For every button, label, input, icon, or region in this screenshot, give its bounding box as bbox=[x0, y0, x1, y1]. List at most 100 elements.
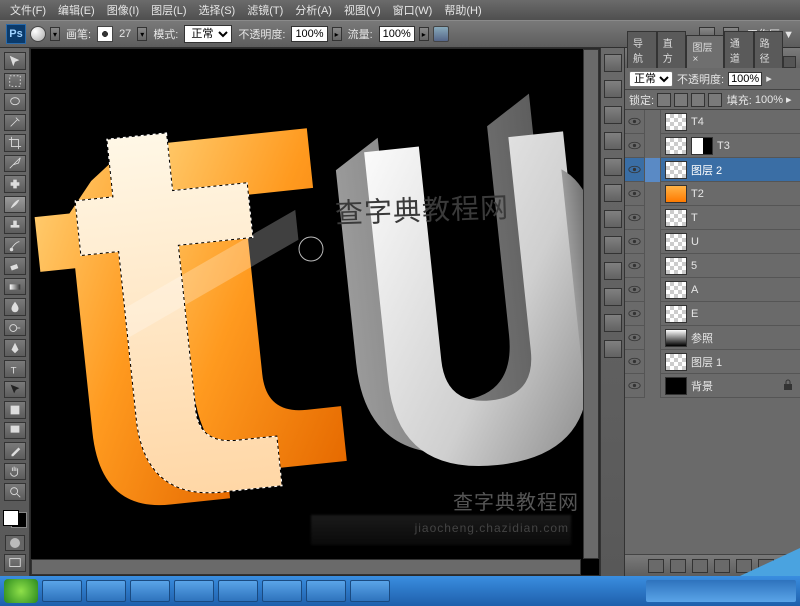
layer-row[interactable]: 背景 bbox=[625, 374, 800, 398]
navigator-dock-icon[interactable] bbox=[604, 54, 622, 72]
slice-tool[interactable] bbox=[4, 155, 26, 173]
swatches-dock-icon[interactable] bbox=[604, 106, 622, 124]
link-layers-icon[interactable] bbox=[648, 559, 664, 573]
zoom-tool[interactable] bbox=[4, 483, 26, 501]
wand-tool[interactable] bbox=[4, 114, 26, 132]
layer-thumbnail[interactable] bbox=[665, 305, 687, 323]
start-button[interactable] bbox=[4, 579, 38, 603]
actions-dock-icon[interactable] bbox=[604, 184, 622, 202]
layer-name[interactable]: T3 bbox=[717, 140, 800, 152]
link-cell[interactable] bbox=[645, 278, 661, 302]
layer-thumbnail[interactable] bbox=[665, 137, 687, 155]
layer-thumbnail[interactable] bbox=[665, 113, 687, 131]
visibility-eye-icon[interactable] bbox=[625, 278, 645, 302]
gradient-tool[interactable] bbox=[4, 278, 26, 296]
layer-name[interactable]: A bbox=[691, 284, 800, 296]
layer-list[interactable]: T4 T3 图层 2 T2 TU 5 AE 参照图层 1 背景 bbox=[625, 110, 800, 554]
layer-name[interactable]: 背景 bbox=[691, 378, 782, 394]
layer-thumbnail[interactable] bbox=[665, 161, 687, 179]
menu-file[interactable]: 文件(F) bbox=[4, 0, 52, 20]
tool-presets-dock-icon[interactable] bbox=[604, 340, 622, 358]
layer-row[interactable]: T bbox=[625, 206, 800, 230]
hand-tool[interactable] bbox=[4, 463, 26, 481]
visibility-eye-icon[interactable] bbox=[625, 350, 645, 374]
menu-filter[interactable]: 滤镜(T) bbox=[241, 0, 289, 20]
layer-mask-thumbnail[interactable] bbox=[691, 137, 713, 155]
visibility-eye-icon[interactable] bbox=[625, 182, 645, 206]
visibility-eye-icon[interactable] bbox=[625, 374, 645, 398]
layer-name[interactable]: T bbox=[691, 212, 800, 224]
layer-row[interactable]: A bbox=[625, 278, 800, 302]
notes-tool[interactable] bbox=[4, 422, 26, 440]
lock-position-icon[interactable] bbox=[691, 93, 705, 107]
blend-mode-select[interactable]: 正常 bbox=[184, 25, 232, 43]
layer-row[interactable]: 图层 1 bbox=[625, 350, 800, 374]
taskbar-button[interactable] bbox=[262, 580, 302, 602]
tab-layers[interactable]: 图层 × bbox=[686, 35, 723, 68]
menu-help[interactable]: 帮助(H) bbox=[438, 0, 487, 20]
taskbar-button[interactable] bbox=[130, 580, 170, 602]
opacity-dropdown[interactable]: ▸ bbox=[332, 27, 342, 41]
visibility-eye-icon[interactable] bbox=[625, 134, 645, 158]
layer-name[interactable]: 图层 1 bbox=[691, 354, 800, 370]
taskbar-button[interactable] bbox=[42, 580, 82, 602]
brush-preview-icon[interactable] bbox=[97, 26, 113, 42]
system-tray[interactable] bbox=[646, 580, 796, 602]
foreground-color[interactable] bbox=[3, 510, 19, 526]
quick-mask-toggle[interactable] bbox=[5, 535, 25, 551]
layer-row[interactable]: 图层 2 bbox=[625, 158, 800, 182]
layer-name[interactable]: 5 bbox=[691, 260, 800, 272]
lock-pixels-icon[interactable] bbox=[674, 93, 688, 107]
lasso-tool[interactable] bbox=[4, 93, 26, 111]
layer-name[interactable]: 图层 2 bbox=[691, 162, 800, 178]
layer-thumbnail[interactable] bbox=[665, 329, 687, 347]
canvas-h-scrollbar[interactable] bbox=[31, 559, 581, 575]
layer-row[interactable]: 参照 bbox=[625, 326, 800, 350]
layer-name[interactable]: T4 bbox=[691, 116, 800, 128]
layer-fx-icon[interactable] bbox=[670, 559, 686, 573]
menu-image[interactable]: 图像(I) bbox=[101, 0, 145, 20]
visibility-eye-icon[interactable] bbox=[625, 230, 645, 254]
layer-name[interactable]: U bbox=[691, 236, 800, 248]
menu-view[interactable]: 视图(V) bbox=[338, 0, 387, 20]
tab-paths[interactable]: 路径 bbox=[754, 31, 784, 68]
layer-thumbnail[interactable] bbox=[665, 209, 687, 227]
marquee-tool[interactable] bbox=[4, 73, 26, 91]
layer-row[interactable]: T2 bbox=[625, 182, 800, 206]
menu-select[interactable]: 选择(S) bbox=[193, 0, 242, 20]
taskbar-button[interactable] bbox=[306, 580, 346, 602]
heal-tool[interactable] bbox=[4, 175, 26, 193]
menu-analysis[interactable]: 分析(A) bbox=[289, 0, 338, 20]
layer-row[interactable]: 5 bbox=[625, 254, 800, 278]
layer-name[interactable]: E bbox=[691, 308, 800, 320]
info-dock-icon[interactable] bbox=[604, 262, 622, 280]
eraser-tool[interactable] bbox=[4, 257, 26, 275]
path-select-tool[interactable] bbox=[4, 381, 26, 399]
layer-thumbnail[interactable] bbox=[665, 257, 687, 275]
dodge-tool[interactable] bbox=[4, 319, 26, 337]
opacity-field[interactable]: 100% bbox=[291, 26, 327, 42]
link-cell[interactable] bbox=[645, 374, 661, 398]
taskbar-button[interactable] bbox=[86, 580, 126, 602]
visibility-eye-icon[interactable] bbox=[625, 302, 645, 326]
layer-thumbnail[interactable] bbox=[665, 377, 687, 395]
visibility-eye-icon[interactable] bbox=[625, 110, 645, 134]
tool-preset-dropdown[interactable]: ▾ bbox=[50, 27, 60, 41]
link-cell[interactable] bbox=[645, 326, 661, 350]
layer-thumbnail[interactable] bbox=[665, 353, 687, 371]
layer-opacity-field[interactable]: 100% bbox=[728, 72, 762, 86]
airbrush-icon[interactable] bbox=[433, 26, 449, 42]
stamp-tool[interactable] bbox=[4, 216, 26, 234]
fill-field[interactable]: 100% bbox=[755, 94, 783, 106]
layer-thumbnail[interactable] bbox=[665, 281, 687, 299]
move-tool[interactable] bbox=[4, 52, 26, 70]
styles-dock-icon[interactable] bbox=[604, 132, 622, 150]
visibility-eye-icon[interactable] bbox=[625, 254, 645, 278]
color-swatches[interactable] bbox=[3, 510, 27, 529]
brush-tool[interactable] bbox=[4, 196, 26, 214]
layer-name[interactable]: 参照 bbox=[691, 330, 800, 346]
link-cell[interactable] bbox=[645, 206, 661, 230]
paragraph-dock-icon[interactable] bbox=[604, 236, 622, 254]
history-brush-tool[interactable] bbox=[4, 237, 26, 255]
shape-tool[interactable] bbox=[4, 401, 26, 419]
